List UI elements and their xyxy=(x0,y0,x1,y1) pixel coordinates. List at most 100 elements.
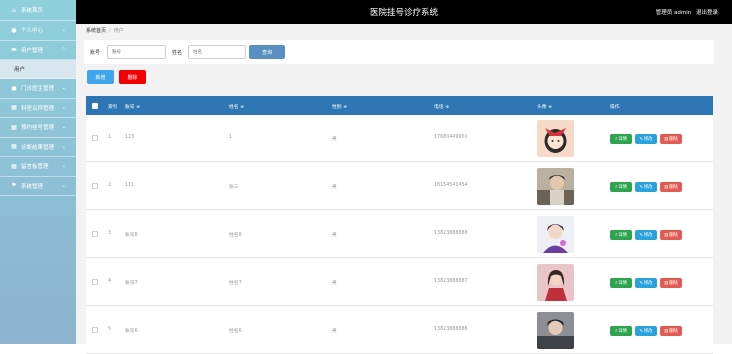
row-checkbox[interactable] xyxy=(92,231,98,237)
cell-index: 3 xyxy=(108,231,112,236)
row-actions: ⌕ 详情 ✎ 修改 ▥ 删除 xyxy=(610,182,682,192)
delete-label: 删除 xyxy=(669,233,678,238)
edit-button[interactable]: ✎ 修改 xyxy=(635,326,657,336)
cell-index: 2 xyxy=(108,183,112,188)
home-icon: ⌂ xyxy=(12,6,16,14)
sidebar-item-home[interactable]: ⌂ 系统首页 xyxy=(0,0,76,21)
detail-button[interactable]: ⌕ 详情 xyxy=(610,326,632,336)
cell-account: 111 xyxy=(125,183,135,188)
name-search-input[interactable] xyxy=(188,45,246,59)
column-header-phone[interactable]: 电话 ≑ xyxy=(434,103,449,110)
grid-icon: ▦ xyxy=(11,104,17,112)
cell-gender: 男 xyxy=(332,137,337,142)
flag-icon: ⚑ xyxy=(11,182,17,190)
sidebar-item-departments[interactable]: ▦ 科室名称管理 ⌄ xyxy=(0,99,76,118)
chevron-down-icon: ⌄ xyxy=(61,85,66,91)
top-bar: 医院挂号诊疗系统 管理员 admin 退出登录 xyxy=(76,0,732,24)
sidebar-item-label: 个人中心 xyxy=(21,28,44,35)
edit-button[interactable]: ✎ 修改 xyxy=(635,230,657,240)
sidebar-item-label: 诊断结果管理 xyxy=(21,144,55,151)
row-actions: ⌕ 详情 ✎ 修改 ▥ 删除 xyxy=(610,278,682,288)
row-actions: ⌕ 详情 ✎ 修改 ▥ 删除 xyxy=(610,326,682,336)
edit-label: 修改 xyxy=(644,137,653,142)
avatar xyxy=(537,216,574,253)
add-button[interactable]: 新增 xyxy=(87,70,114,84)
row-checkbox[interactable] xyxy=(92,279,98,285)
main-content: 系统首页/用户 账号 姓名 查询 新增 删除 索引 账号 ≑ 姓名 ≑ 性别 ≑… xyxy=(76,24,732,354)
column-header-gender[interactable]: 性别 ≑ xyxy=(332,103,347,110)
grid-icon: ▦ xyxy=(11,162,17,170)
cell-index: 5 xyxy=(108,327,112,332)
edit-icon: ✎ xyxy=(639,232,643,238)
row-checkbox[interactable] xyxy=(92,135,98,141)
chevron-down-icon: ⌄ xyxy=(61,182,66,189)
search-panel: 账号 姓名 查询 xyxy=(84,40,714,64)
sidebar-item-messages[interactable]: ▦ 留言板管理 ⌄ xyxy=(0,157,76,177)
cell-account: 账号8 xyxy=(125,233,138,238)
edit-button[interactable]: ✎ 修改 xyxy=(635,134,657,144)
sidebar-item-label: 留言板管理 xyxy=(21,164,49,171)
table-row: 3 账号8 姓名8 男 13823888888 ⌕ 详情 ✎ 修改 ▥ 删除 xyxy=(86,211,713,258)
detail-button[interactable]: ⌕ 详情 xyxy=(610,278,632,288)
cell-phone: 13823888886 xyxy=(434,327,468,332)
edit-label: 修改 xyxy=(644,329,653,334)
breadcrumb-current: 用户 xyxy=(113,28,124,34)
sidebar-item-user-management[interactable]: ▬ 用户管理 ⌃ xyxy=(0,41,76,60)
column-header-name[interactable]: 姓名 ≑ xyxy=(229,103,244,110)
account-search-input[interactable] xyxy=(107,45,166,59)
chevron-up-icon: ⌃ xyxy=(61,46,66,53)
chat-icon: ▬ xyxy=(11,46,17,54)
name-label: 姓名 xyxy=(172,50,183,56)
edit-label: 修改 xyxy=(644,233,653,238)
sidebar-item-diagnosis[interactable]: ▦ 诊断结果管理 ⌄ xyxy=(0,138,76,157)
edit-label: 修改 xyxy=(644,281,653,286)
sidebar-item-system[interactable]: ⚑ 系统管理 ⌄ xyxy=(0,177,76,196)
detail-button[interactable]: ⌕ 详情 xyxy=(610,182,632,192)
column-header-account[interactable]: 账号 ≑ xyxy=(125,103,140,110)
edit-button[interactable]: ✎ 修改 xyxy=(635,182,657,192)
column-header-avatar[interactable]: 头像 ≑ xyxy=(537,103,552,110)
row-checkbox[interactable] xyxy=(92,183,98,189)
chevron-down-icon: ⌄ xyxy=(61,104,66,111)
sidebar-item-profile[interactable]: ● 个人中心 ⌄ xyxy=(0,21,76,41)
user-bar: 管理员 admin 退出登录 xyxy=(656,8,718,16)
cell-gender: 男 xyxy=(332,329,337,334)
avatar xyxy=(537,312,574,349)
account-label: 账号 xyxy=(90,50,101,56)
grid-icon: ▦ xyxy=(11,143,17,151)
chevron-down-icon: ⌄ xyxy=(61,143,66,150)
detail-label: 详情 xyxy=(618,137,627,142)
chevron-down-icon: ⌄ xyxy=(61,163,66,169)
sidebar-subitem-label: 用户 xyxy=(14,67,26,73)
sidebar-subitem-users[interactable]: 用户 xyxy=(0,60,76,79)
cell-index: 1 xyxy=(108,135,112,140)
table-row: 1 123 1 男 17680449901 ⌕ 详情 ✎ 修改 ▥ 删除 xyxy=(86,115,713,162)
search-icon: ⌕ xyxy=(615,184,618,190)
cell-name: 姓名6 xyxy=(229,329,242,334)
sidebar-item-appointments[interactable]: ▦ 预约挂号管理 ⌄ xyxy=(0,118,76,138)
row-delete-button[interactable]: ▥ 删除 xyxy=(660,182,682,192)
breadcrumb-home[interactable]: 系统首页 xyxy=(86,28,106,34)
detail-button[interactable]: ⌕ 详情 xyxy=(610,134,632,144)
sidebar-item-doctors[interactable]: ● 门诊医生管理 ⌄ xyxy=(0,79,76,99)
edit-label: 修改 xyxy=(644,185,653,190)
logout-link[interactable]: 退出登录 xyxy=(696,10,718,16)
edit-icon: ✎ xyxy=(639,136,643,142)
column-header-index: 索引 xyxy=(108,105,118,110)
detail-button[interactable]: ⌕ 详情 xyxy=(610,230,632,240)
users-table: 索引 账号 ≑ 姓名 ≑ 性别 ≑ 电话 ≑ 头像 ≑ 操作 1 123 1 男… xyxy=(86,96,713,354)
avatar xyxy=(537,120,574,157)
row-delete-button[interactable]: ▥ 删除 xyxy=(660,134,682,144)
trash-icon: ▥ xyxy=(664,280,669,286)
select-all-checkbox[interactable] xyxy=(92,103,98,109)
user-icon: ● xyxy=(11,84,17,92)
query-button[interactable]: 查询 xyxy=(249,45,285,59)
row-delete-button[interactable]: ▥ 删除 xyxy=(660,278,682,288)
delete-button[interactable]: 删除 xyxy=(119,70,146,84)
sidebar-item-label: 系统首页 xyxy=(21,8,44,14)
edit-button[interactable]: ✎ 修改 xyxy=(635,278,657,288)
chevron-down-icon: ⌄ xyxy=(61,27,66,33)
row-delete-button[interactable]: ▥ 删除 xyxy=(660,230,682,240)
row-checkbox[interactable] xyxy=(92,327,98,333)
row-delete-button[interactable]: ▥ 删除 xyxy=(660,326,682,336)
